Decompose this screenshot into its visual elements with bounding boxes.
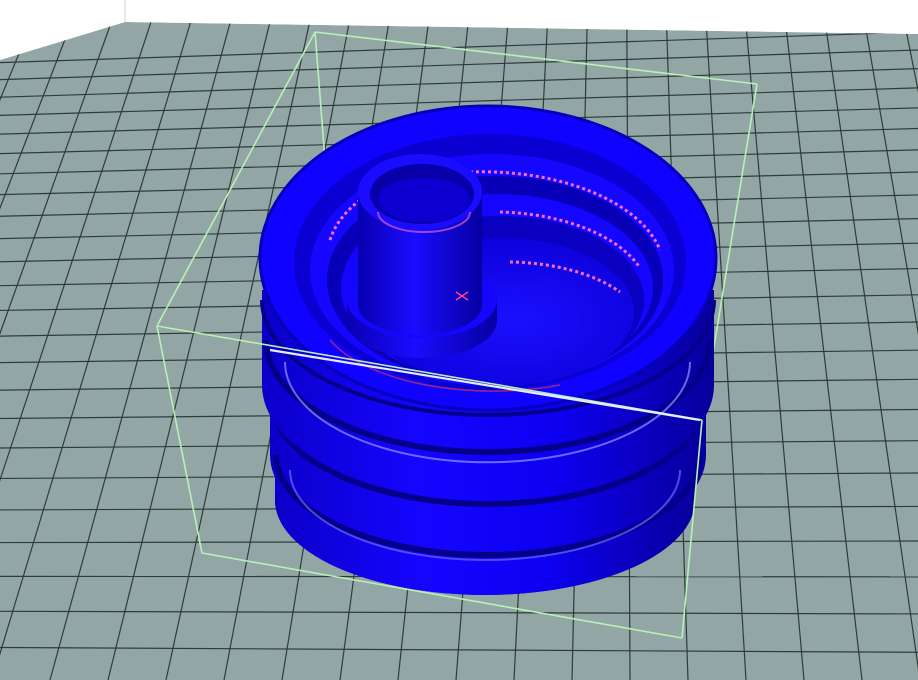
scene-canvas[interactable]	[0, 0, 918, 680]
model[interactable]	[258, 104, 718, 595]
3d-viewport[interactable]	[0, 0, 918, 680]
